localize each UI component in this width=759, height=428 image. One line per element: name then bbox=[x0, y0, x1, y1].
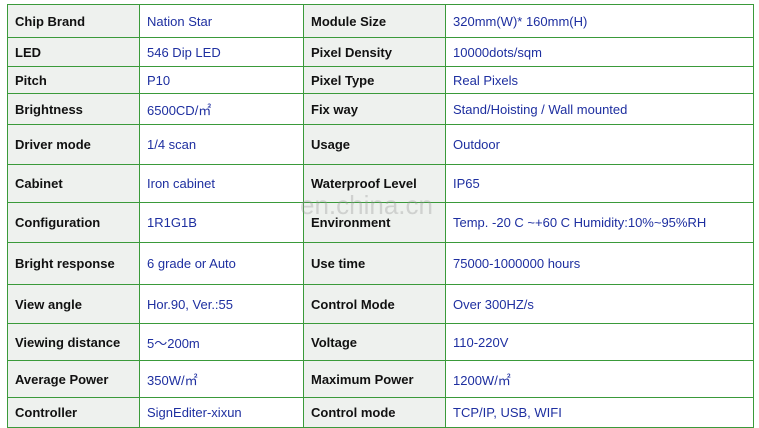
spec-label: Configuration bbox=[7, 202, 140, 243]
spec-value: Iron cabinet bbox=[139, 164, 304, 203]
table-row: Pitch P10 Pixel Type Real Pixels bbox=[7, 66, 754, 94]
spec-value: Hor.90, Ver.:55 bbox=[139, 284, 304, 324]
spec-label: Module Size bbox=[303, 4, 446, 38]
spec-label: Control Mode bbox=[303, 284, 446, 324]
spec-value: Nation Star bbox=[139, 4, 304, 38]
spec-label: Use time bbox=[303, 242, 446, 285]
spec-label: LED bbox=[7, 37, 140, 67]
table-row: Chip Brand Nation Star Module Size 320mm… bbox=[7, 4, 754, 38]
spec-value: 1/4 scan bbox=[139, 124, 304, 165]
spec-label: Viewing distance bbox=[7, 323, 140, 361]
spec-value: 10000dots/sqm bbox=[445, 37, 754, 67]
table-row: LED 546 Dip LED Pixel Density 10000dots/… bbox=[7, 37, 754, 67]
spec-value: TCP/IP, USB, WIFI bbox=[445, 397, 754, 428]
spec-value: P10 bbox=[139, 66, 304, 94]
spec-label: Cabinet bbox=[7, 164, 140, 203]
spec-label: Brightness bbox=[7, 93, 140, 125]
spec-value: 6 grade or Auto bbox=[139, 242, 304, 285]
spec-value: Real Pixels bbox=[445, 66, 754, 94]
spec-label: Pitch bbox=[7, 66, 140, 94]
spec-value: 1200W/㎡ bbox=[445, 360, 754, 398]
spec-label: Fix way bbox=[303, 93, 446, 125]
spec-value: 320mm(W)* 160mm(H) bbox=[445, 4, 754, 38]
spec-label: Average Power bbox=[7, 360, 140, 398]
spec-value: SignEditer-xixun bbox=[139, 397, 304, 428]
spec-label: Maximum Power bbox=[303, 360, 446, 398]
spec-label: Pixel Density bbox=[303, 37, 446, 67]
spec-value: 5～200m bbox=[139, 323, 304, 361]
spec-value: Outdoor bbox=[445, 124, 754, 165]
table-row: Viewing distance 5～200m Voltage 110-220V bbox=[7, 323, 754, 361]
spec-label: Bright response bbox=[7, 242, 140, 285]
spec-value: 1R1G1B bbox=[139, 202, 304, 243]
spec-label: Pixel Type bbox=[303, 66, 446, 94]
spec-label: Usage bbox=[303, 124, 446, 165]
spec-value: 350W/㎡ bbox=[139, 360, 304, 398]
spec-value: Over 300HZ/s bbox=[445, 284, 754, 324]
spec-label: Controller bbox=[7, 397, 140, 428]
table-row: Controller SignEditer-xixun Control mode… bbox=[7, 397, 754, 428]
spec-value: 110-220V bbox=[445, 323, 754, 361]
spec-value: 546 Dip LED bbox=[139, 37, 304, 67]
spec-value: 6500CD/㎡ bbox=[139, 93, 304, 125]
spec-label: View angle bbox=[7, 284, 140, 324]
table-row: View angle Hor.90, Ver.:55 Control Mode … bbox=[7, 284, 754, 324]
spec-label: Voltage bbox=[303, 323, 446, 361]
spec-label: Chip Brand bbox=[7, 4, 140, 38]
spec-value: 75000-1000000 hours bbox=[445, 242, 754, 285]
spec-value: Stand/Hoisting / Wall mounted bbox=[445, 93, 754, 125]
watermark: en.china.cn bbox=[300, 190, 433, 220]
table-row: Brightness 6500CD/㎡ Fix way Stand/Hoisti… bbox=[7, 93, 754, 125]
spec-label: Driver mode bbox=[7, 124, 140, 165]
spec-label: Control mode bbox=[303, 397, 446, 428]
spec-value: IP65 bbox=[445, 164, 754, 203]
table-row: Driver mode 1/4 scan Usage Outdoor bbox=[7, 124, 754, 165]
table-row: Average Power 350W/㎡ Maximum Power 1200W… bbox=[7, 360, 754, 398]
spec-value: Temp. -20 C ~+60 C Humidity:10%~95%RH bbox=[445, 202, 754, 243]
table-row: Bright response 6 grade or Auto Use time… bbox=[7, 242, 754, 285]
